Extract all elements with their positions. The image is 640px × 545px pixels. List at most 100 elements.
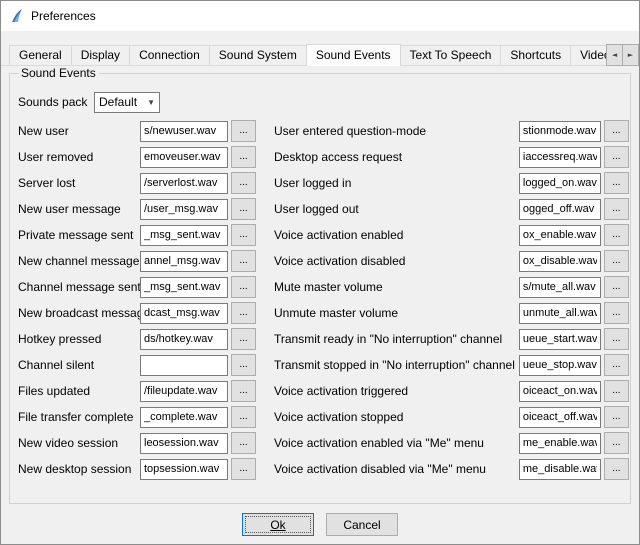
sound-event-label: Voice activation enabled <box>274 228 519 242</box>
sound-file-input[interactable] <box>140 381 228 402</box>
right-sound-event-row: Desktop access request... <box>274 144 629 170</box>
sound-file-input[interactable] <box>519 329 601 350</box>
tab-scroll-left-button[interactable]: ◄ <box>606 44 623 66</box>
sound-file-input[interactable] <box>519 277 601 298</box>
tab-bar: GeneralDisplayConnectionSound SystemSoun… <box>9 43 639 66</box>
browse-button[interactable]: ... <box>231 328 256 350</box>
browse-button[interactable]: ... <box>231 458 256 480</box>
browse-button[interactable]: ... <box>231 380 256 402</box>
sound-file-input[interactable] <box>140 199 228 220</box>
tab-display[interactable]: Display <box>71 45 130 66</box>
sound-file-input[interactable] <box>519 225 601 246</box>
sound-file-input[interactable] <box>140 329 228 350</box>
browse-button[interactable]: ... <box>604 224 629 246</box>
sound-events-column-right: User entered question-mode...Desktop acc… <box>274 118 629 482</box>
tab-sound-events[interactable]: Sound Events <box>306 44 401 66</box>
browse-button[interactable]: ... <box>231 120 256 142</box>
browse-button[interactable]: ... <box>604 328 629 350</box>
left-sound-event-row: Server lost... <box>18 170 266 196</box>
sound-file-input[interactable] <box>140 251 228 272</box>
tab-sound-system[interactable]: Sound System <box>209 45 307 66</box>
left-sound-event-row: Private message sent... <box>18 222 266 248</box>
sound-event-label: Unmute master volume <box>274 306 519 320</box>
browse-button[interactable]: ... <box>231 250 256 272</box>
sound-file-input[interactable] <box>519 407 601 428</box>
sound-event-label: New user message <box>18 202 140 216</box>
left-sound-event-row: Files updated... <box>18 378 266 404</box>
tab-shortcuts[interactable]: Shortcuts <box>500 45 571 66</box>
browse-button[interactable]: ... <box>231 432 256 454</box>
browse-button[interactable]: ... <box>231 276 256 298</box>
browse-button[interactable]: ... <box>604 120 629 142</box>
browse-button[interactable]: ... <box>604 198 629 220</box>
browse-button[interactable]: ... <box>604 406 629 428</box>
sound-event-label: New desktop session <box>18 462 140 476</box>
sound-file-input[interactable] <box>140 225 228 246</box>
browse-button[interactable]: ... <box>604 458 629 480</box>
browse-button[interactable]: ... <box>604 276 629 298</box>
sound-file-input[interactable] <box>519 303 601 324</box>
sound-file-input[interactable] <box>519 173 601 194</box>
sound-file-input[interactable] <box>140 303 228 324</box>
browse-button[interactable]: ... <box>231 146 256 168</box>
sound-event-label: User logged out <box>274 202 519 216</box>
window-title: Preferences <box>31 9 96 23</box>
browse-button[interactable]: ... <box>604 432 629 454</box>
sound-file-input[interactable] <box>140 355 228 376</box>
sound-file-input[interactable] <box>519 459 601 480</box>
left-sound-event-row: New desktop session... <box>18 456 266 482</box>
sound-event-label: New user <box>18 124 140 138</box>
tab-general[interactable]: General <box>9 45 72 66</box>
sound-event-label: Channel message sent <box>18 280 140 294</box>
cancel-button[interactable]: Cancel <box>326 513 398 536</box>
browse-button[interactable]: ... <box>231 302 256 324</box>
browse-button[interactable]: ... <box>604 250 629 272</box>
sound-file-input[interactable] <box>140 433 228 454</box>
sound-file-input[interactable] <box>140 459 228 480</box>
sound-file-input[interactable] <box>519 121 601 142</box>
sound-event-label: New broadcast message <box>18 306 140 320</box>
browse-button[interactable]: ... <box>604 380 629 402</box>
sound-file-input[interactable] <box>519 433 601 454</box>
browse-button[interactable]: ... <box>231 354 256 376</box>
right-sound-event-row: Voice activation enabled via "Me" menu..… <box>274 430 629 456</box>
tab-connection[interactable]: Connection <box>129 45 210 66</box>
sounds-pack-dropdown[interactable]: Default ▼ <box>94 92 160 113</box>
ok-button[interactable]: Ok <box>242 513 314 536</box>
sound-event-label: Desktop access request <box>274 150 519 164</box>
right-sound-event-row: Voice activation disabled via "Me" menu.… <box>274 456 629 482</box>
sound-file-input[interactable] <box>519 147 601 168</box>
sound-file-input[interactable] <box>519 381 601 402</box>
sound-file-input[interactable] <box>140 277 228 298</box>
browse-button[interactable]: ... <box>231 406 256 428</box>
left-sound-event-row: New broadcast message... <box>18 300 266 326</box>
right-sound-event-row: User entered question-mode... <box>274 118 629 144</box>
browse-button[interactable]: ... <box>604 302 629 324</box>
sound-event-label: New video session <box>18 436 140 450</box>
sound-file-input[interactable] <box>140 173 228 194</box>
sound-file-input[interactable] <box>140 121 228 142</box>
browse-button[interactable]: ... <box>604 172 629 194</box>
tab-text-to-speech[interactable]: Text To Speech <box>400 45 502 66</box>
browse-button[interactable]: ... <box>231 224 256 246</box>
right-sound-event-row: Mute master volume... <box>274 274 629 300</box>
sound-file-input[interactable] <box>140 407 228 428</box>
sound-file-input[interactable] <box>140 147 228 168</box>
browse-button[interactable]: ... <box>604 146 629 168</box>
browse-button[interactable]: ... <box>231 172 256 194</box>
sound-file-input[interactable] <box>519 355 601 376</box>
sound-event-label: Transmit ready in "No interruption" chan… <box>274 332 519 346</box>
sound-event-label: Transmit stopped in "No interruption" ch… <box>274 358 519 372</box>
browse-button[interactable]: ... <box>231 198 256 220</box>
preferences-dialog: Preferences GeneralDisplayConnectionSoun… <box>0 0 640 545</box>
browse-button[interactable]: ... <box>604 354 629 376</box>
left-sound-event-row: File transfer complete... <box>18 404 266 430</box>
sound-file-input[interactable] <box>519 251 601 272</box>
ok-button-label: Ok <box>270 518 285 532</box>
right-sound-event-row: Transmit ready in "No interruption" chan… <box>274 326 629 352</box>
sound-file-input[interactable] <box>519 199 601 220</box>
right-sound-event-row: User logged in... <box>274 170 629 196</box>
sound-event-label: File transfer complete <box>18 410 140 424</box>
sound-event-columns: New user...User removed...Server lost...… <box>18 118 624 482</box>
tab-scroll-right-button[interactable]: ► <box>622 44 639 66</box>
